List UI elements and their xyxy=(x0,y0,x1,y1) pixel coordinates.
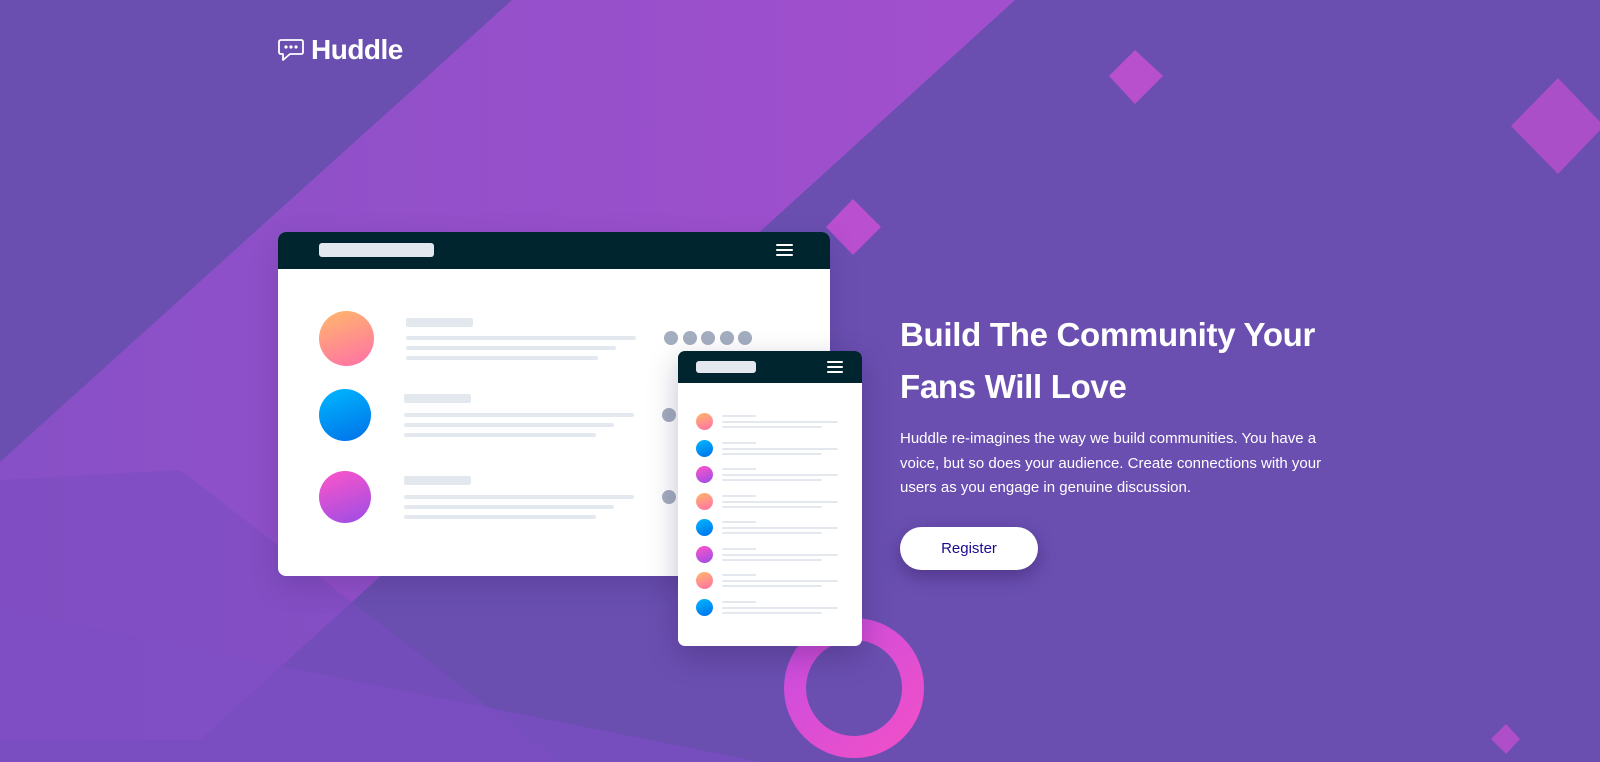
placeholder-line xyxy=(406,346,616,350)
placeholder-line xyxy=(404,423,614,427)
dot-indicator xyxy=(738,331,752,345)
placeholder-line xyxy=(722,468,756,470)
placeholder-heading xyxy=(404,394,471,403)
avatar xyxy=(696,493,713,510)
placeholder-line xyxy=(722,501,838,503)
placeholder-line xyxy=(722,585,822,587)
mobile-header-bar xyxy=(678,351,862,383)
placeholder-heading xyxy=(404,476,471,485)
dot-indicator xyxy=(683,331,697,345)
placeholder-line xyxy=(722,580,838,582)
placeholder-line xyxy=(722,421,838,423)
placeholder-line xyxy=(406,356,598,360)
dot-indicator xyxy=(664,331,678,345)
placeholder-line xyxy=(722,554,838,556)
avatar xyxy=(696,599,713,616)
hero-title: Build The Community Your Fans Will Love xyxy=(900,316,1316,405)
hamburger-menu-icon xyxy=(827,361,843,373)
avatar xyxy=(696,440,713,457)
placeholder-heading xyxy=(406,318,473,327)
placeholder-line xyxy=(722,559,822,561)
hero-description: Huddle re-imagines the way we build comm… xyxy=(900,430,1322,496)
register-button[interactable]: Register xyxy=(900,527,1038,570)
dot-indicator xyxy=(701,331,715,345)
mobile-address-bar xyxy=(696,361,756,373)
placeholder-line xyxy=(722,426,822,428)
placeholder-line xyxy=(722,495,756,497)
brand-name: Huddle xyxy=(311,34,403,65)
placeholder-line xyxy=(722,532,822,534)
placeholder-line xyxy=(722,453,822,455)
placeholder-line xyxy=(722,448,838,450)
desktop-header-bar xyxy=(278,232,830,269)
placeholder-line xyxy=(722,442,756,444)
hamburger-menu-icon xyxy=(776,244,793,256)
dot-indicator xyxy=(720,331,734,345)
placeholder-line xyxy=(722,506,822,508)
avatar xyxy=(696,413,713,430)
placeholder-line xyxy=(722,612,822,614)
chat-bubble-icon xyxy=(278,39,304,61)
placeholder-line xyxy=(722,474,838,476)
desktop-address-bar xyxy=(319,243,434,257)
placeholder-line xyxy=(722,601,756,603)
placeholder-line xyxy=(404,433,596,437)
placeholder-line xyxy=(722,607,838,609)
avatar xyxy=(696,519,713,536)
placeholder-line xyxy=(722,521,756,523)
placeholder-line xyxy=(406,336,636,340)
placeholder-line xyxy=(722,527,838,529)
placeholder-line xyxy=(722,479,822,481)
placeholder-line xyxy=(404,515,596,519)
placeholder-line xyxy=(722,548,756,550)
dot-indicator xyxy=(662,408,676,422)
avatar xyxy=(319,311,374,366)
logo[interactable]: Huddle xyxy=(278,34,403,66)
placeholder-line xyxy=(404,505,614,509)
avatar xyxy=(696,546,713,563)
avatar xyxy=(696,466,713,483)
avatar xyxy=(319,389,371,441)
mobile-mockup xyxy=(678,351,862,646)
placeholder-line xyxy=(404,495,634,499)
placeholder-line xyxy=(722,415,756,417)
dot-indicator xyxy=(662,490,676,504)
avatar xyxy=(319,471,371,523)
page: Huddle Build The Community Your Fans Wil… xyxy=(0,0,1600,762)
placeholder-line xyxy=(404,413,634,417)
avatar xyxy=(696,572,713,589)
placeholder-line xyxy=(722,574,756,576)
